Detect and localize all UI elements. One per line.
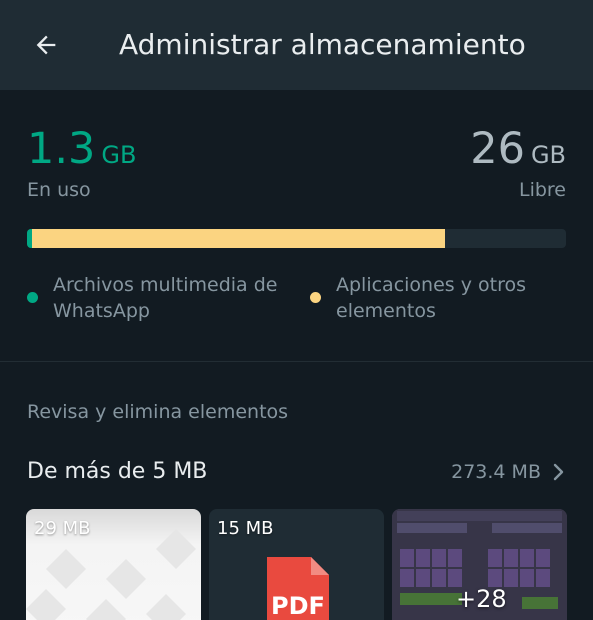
free-storage-label: Libre bbox=[518, 179, 566, 201]
free-storage-value: 26 GB bbox=[470, 124, 566, 180]
legend-dot-media bbox=[27, 292, 38, 303]
free-storage-unit: GB bbox=[530, 141, 566, 169]
legend-label-media: Archivos multimedia de WhatsApp bbox=[53, 274, 278, 322]
app-bar: Administrar almacenamiento bbox=[0, 0, 593, 90]
storage-bar-media-segment bbox=[27, 229, 32, 248]
file-thumbnail[interactable]: +28 bbox=[392, 509, 567, 620]
back-arrow-icon bbox=[36, 35, 56, 55]
pdf-icon-label: PDF bbox=[271, 592, 325, 620]
free-storage-number: 26 bbox=[470, 124, 525, 174]
used-storage-unit: GB bbox=[101, 141, 137, 169]
large-files-total-size: 273.4 MB bbox=[451, 461, 541, 483]
thumbnail-size-label: 15 MB bbox=[217, 518, 274, 539]
page-title: Administrar almacenamiento bbox=[119, 28, 526, 61]
large-files-title: De más de 5 MB bbox=[27, 459, 208, 484]
used-storage-number: 1.3 bbox=[27, 124, 96, 174]
more-items-count: +28 bbox=[456, 585, 507, 613]
file-thumbnail[interactable]: 15 MB PDF bbox=[209, 509, 384, 620]
back-button[interactable] bbox=[22, 22, 70, 68]
review-section-header: Revisa y elimina elementos bbox=[27, 401, 289, 423]
app-screen: Administrar almacenamiento 1.3 GB En uso … bbox=[0, 0, 593, 620]
storage-bar-apps-segment bbox=[32, 229, 445, 248]
legend-label-apps: Aplicaciones y otros elementos bbox=[336, 274, 526, 322]
storage-usage-bar bbox=[27, 229, 566, 248]
file-thumbnail[interactable]: 29 MB bbox=[26, 509, 201, 620]
used-storage-value: 1.3 GB bbox=[27, 124, 136, 180]
chevron-right-icon bbox=[553, 463, 564, 481]
legend-dot-apps bbox=[310, 292, 321, 303]
section-divider bbox=[0, 361, 593, 362]
used-storage-label: En uso bbox=[27, 179, 91, 201]
thumbnail-size-label: 29 MB bbox=[34, 518, 91, 539]
